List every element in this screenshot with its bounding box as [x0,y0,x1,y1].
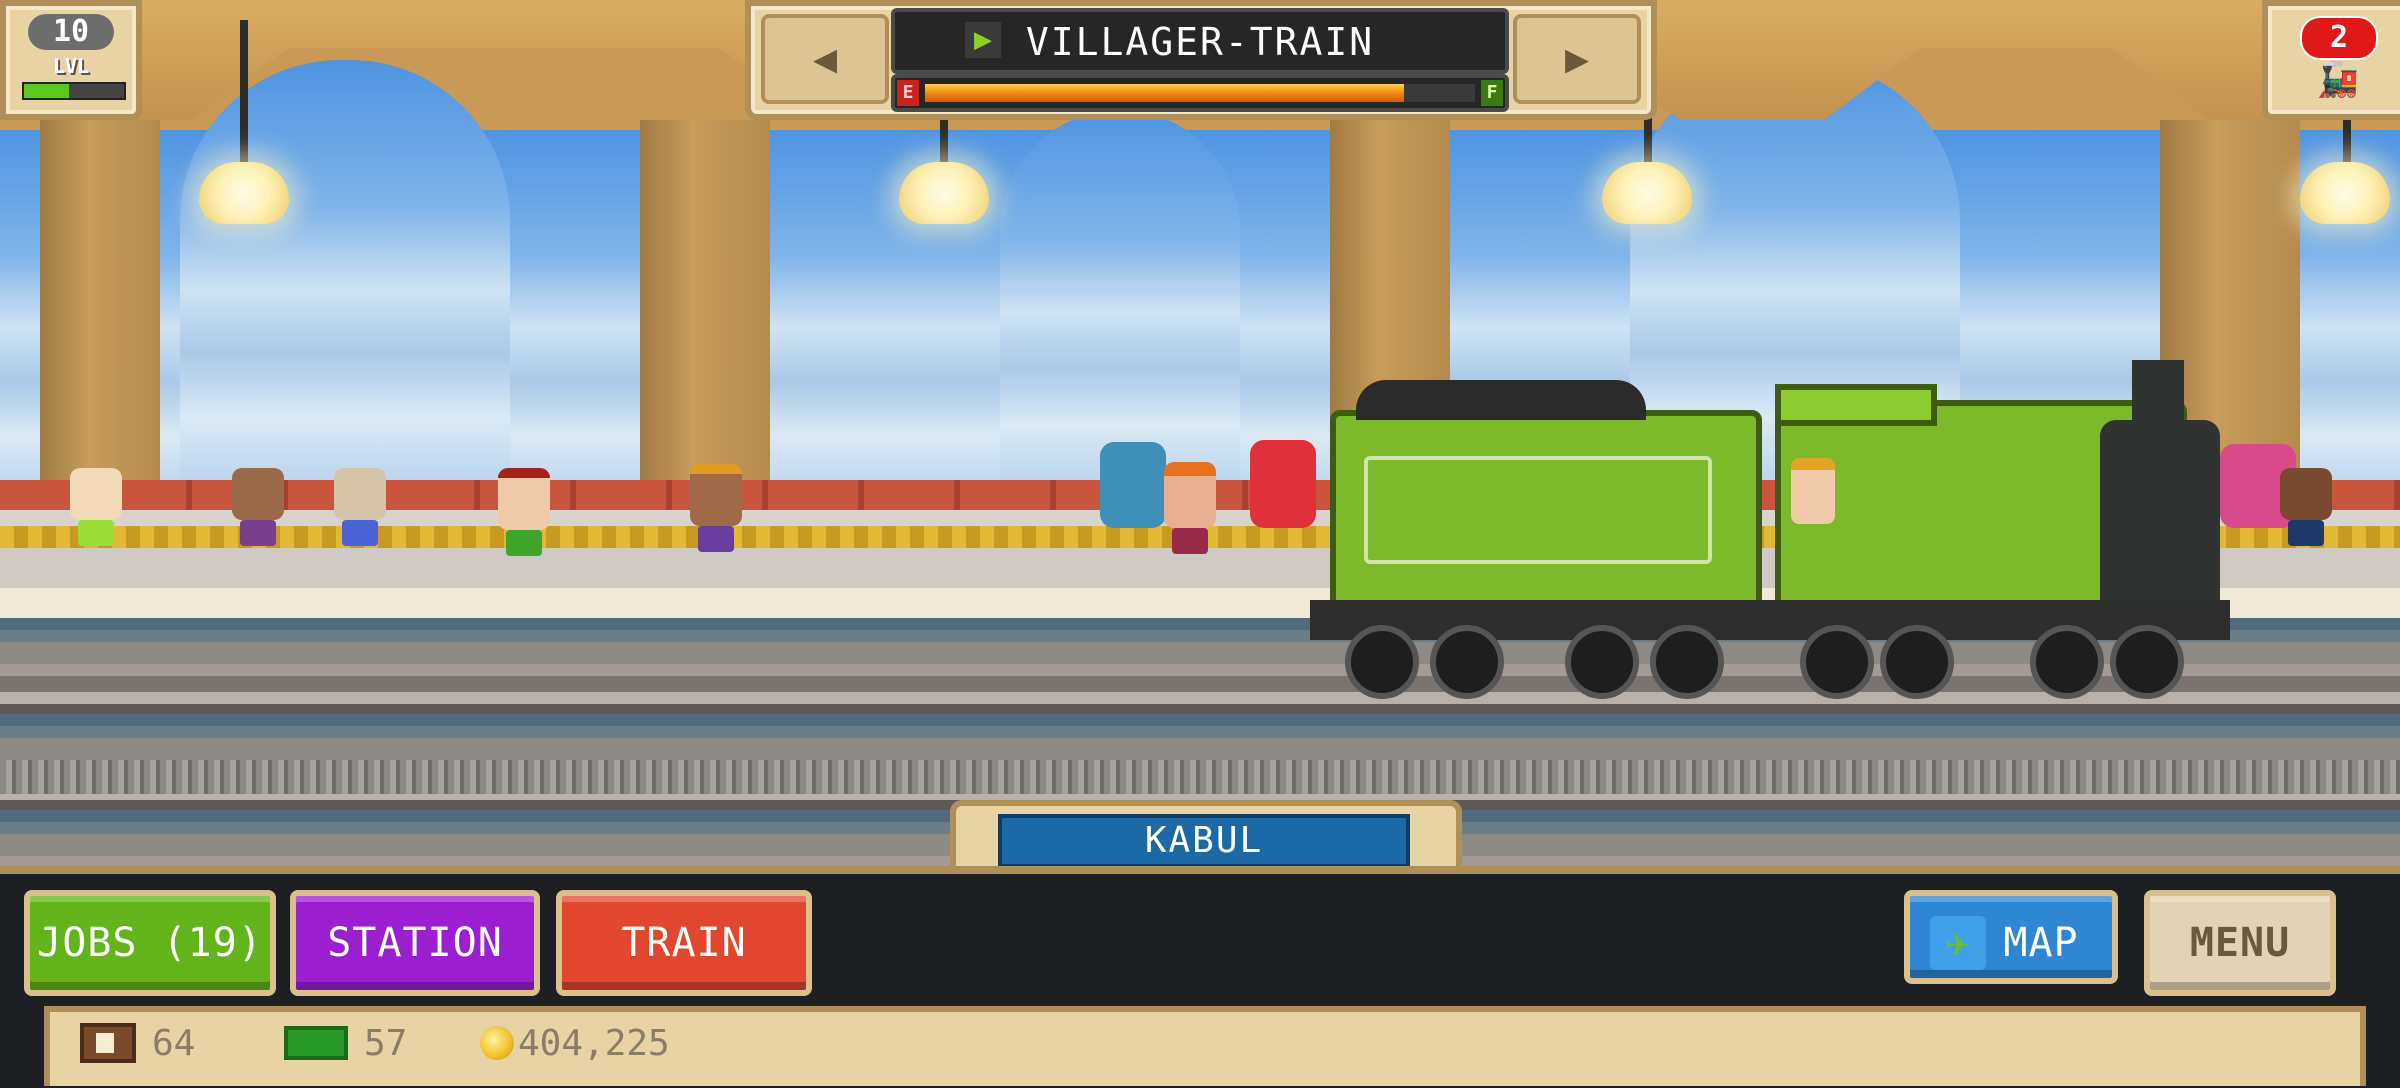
station-scene [0,0,2400,870]
map-icon: ✈ [1930,916,1986,970]
arch-opening [1000,110,1240,480]
driver [1791,458,1835,524]
chimney [2132,360,2184,430]
map-button[interactable]: ✈ MAP [1904,890,2118,984]
train-button[interactable]: TRAIN [556,890,812,996]
train-icon: 🚂 [2316,60,2360,100]
fuel-track [925,84,1475,102]
smokebox [2100,420,2220,630]
cash-counter: 57 [284,1018,407,1068]
jobs-button[interactable]: JOBS (19) [24,890,276,996]
coins-counter: 404,225 [480,1018,670,1068]
lamp [899,162,989,224]
arrow-right-icon: ▶ [1564,36,1590,82]
train-name-box: ▶ VILLAGER-TRAIN [891,8,1509,74]
map-button-label: MAP [2003,920,2079,966]
tender-panel [1364,456,1712,564]
wheel [1800,625,1874,699]
fuel-full-label: F [1481,80,1503,106]
wheel [1345,625,1419,699]
cab-roof [1775,384,1937,426]
level-progress-bar [22,82,126,100]
fuel-gauge: E F [891,74,1509,112]
coin-icon [480,1026,514,1060]
level-indicator[interactable]: 10 LVL [0,0,142,120]
track-gravel [0,760,2400,794]
level-progress-fill [24,84,69,98]
level-label: LVL [52,54,90,78]
wheel [2110,625,2184,699]
wheel [2030,625,2104,699]
passenger[interactable] [2276,468,2336,546]
wheel [1650,625,1724,699]
passenger[interactable] [228,468,288,546]
station-button[interactable]: STATION [290,890,540,996]
train-tender [1330,380,1762,617]
fuel-empty-label: E [897,80,919,106]
prev-train-button[interactable]: ◀ [761,14,889,104]
coins-value: 404,225 [518,1022,670,1064]
crates-value: 64 [152,1022,196,1064]
passenger[interactable] [330,468,390,546]
passenger[interactable] [66,468,126,546]
pillar [640,120,770,520]
level-value: 10 [28,14,114,50]
passenger[interactable] [686,464,746,552]
train-name: VILLAGER-TRAIN [1025,20,1375,64]
fuel-fill [925,84,1404,102]
lamp [199,162,289,224]
menu-button[interactable]: MENU [2144,890,2336,996]
next-train-button[interactable]: ▶ [1513,14,1641,104]
wheel [1565,625,1639,699]
train-count-badge: 2 [2300,16,2378,60]
cash-icon [284,1026,348,1060]
luggage [1250,440,1316,528]
lamp [1602,162,1692,224]
train-count-panel[interactable]: 2 🚂 [2262,0,2400,120]
luggage [1100,442,1166,528]
crate-icon [80,1023,136,1063]
coal-load [1356,380,1646,420]
wheel [1880,625,1954,699]
lamp [2300,162,2390,224]
train-selector: ◀ ▶ VILLAGER-TRAIN E F ▶ [745,0,1657,120]
lamp-cord [240,20,248,170]
station-name: KABUL [998,814,1410,868]
crates-counter: 64 [80,1018,195,1068]
cash-value: 57 [364,1022,408,1064]
arch-opening [180,60,510,480]
wheel [1430,625,1504,699]
passenger[interactable] [1160,462,1220,554]
passenger[interactable] [494,468,554,556]
arrow-left-icon: ◀ [812,36,838,82]
